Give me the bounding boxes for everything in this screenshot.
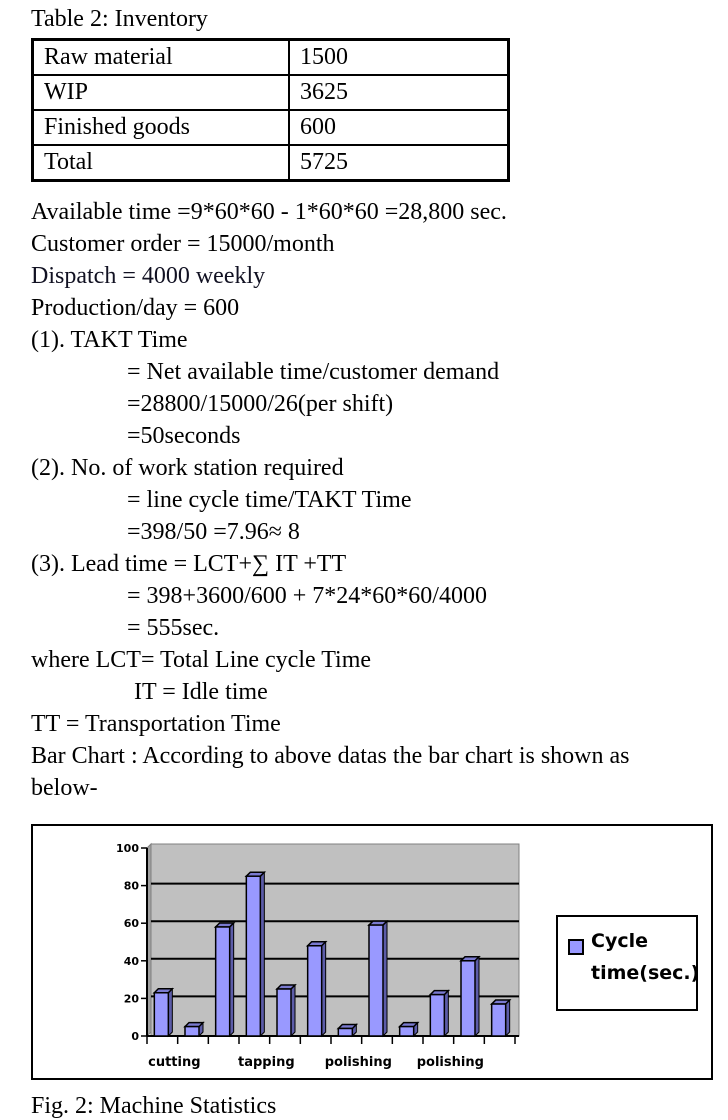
legend-label: Cycle time(sec.) [591, 930, 700, 984]
bar-chart: 0 20 40 60 80 100 cutting tapping polishing polis… [31, 824, 713, 1080]
x-category-label: tapping [238, 1055, 295, 1070]
table-row: Total 5725 [31, 144, 510, 182]
takt-heading: (1). TAKT Time [31, 327, 188, 353]
chart-legend: Cycle time(sec.) [556, 915, 700, 1011]
table-caption: Table 2: Inventory [31, 6, 208, 32]
inventory-table: Raw material 1500 WIP 3625 Finished good… [31, 38, 510, 182]
workstation-result: =398/50 =7.96≈ 8 [127, 519, 300, 545]
table-row: WIP 3625 [31, 74, 510, 111]
table-row: Finished goods 600 [31, 109, 510, 146]
bar [337, 1027, 354, 1037]
lead-time-result: = 555sec. [127, 615, 220, 641]
table-cell-value: 5725 [288, 144, 510, 182]
bar [490, 1003, 507, 1037]
bar-chart-intro: Bar Chart : According to above datas the… [31, 743, 630, 769]
lead-time-heading: (3). Lead time = LCT+∑ IT +TT [31, 551, 347, 577]
it-definition: IT = Idle time [134, 679, 268, 705]
y-tick-label: 0 [131, 1030, 139, 1043]
legend-swatch-icon [568, 939, 584, 955]
table-cell-label: WIP [31, 74, 290, 111]
bar [153, 992, 170, 1037]
workstation-heading: (2). No. of work station required [31, 455, 344, 481]
x-category-label: polishing [325, 1055, 392, 1070]
dispatch-line: Dispatch = 4000 weekly [31, 263, 266, 289]
takt-result: =50seconds [127, 423, 241, 449]
bar [214, 926, 231, 1037]
bar [245, 875, 262, 1037]
table-cell-value: 3625 [288, 74, 510, 111]
table-cell-value: 600 [288, 109, 510, 146]
bar [368, 924, 384, 1037]
y-tick-label: 60 [124, 917, 140, 930]
bar [460, 960, 476, 1037]
x-category-label: cutting [148, 1055, 200, 1070]
y-tick-label: 80 [124, 880, 140, 893]
bar [429, 993, 446, 1037]
y-tick-label: 20 [124, 992, 140, 1005]
table-cell-value: 1500 [288, 38, 510, 76]
workstation-formula: = line cycle time/TAKT Time [127, 487, 412, 513]
available-time-line: Available time =9*60*60 - 1*60*60 =28,80… [31, 199, 507, 225]
table-cell-label: Total [31, 144, 290, 182]
bar [184, 1025, 200, 1037]
y-tick-label: 100 [116, 842, 139, 855]
x-category-label: polishing [417, 1055, 484, 1070]
takt-calc: =28800/15000/26(per shift) [127, 391, 394, 417]
tt-definition: TT = Transportation Time [31, 711, 281, 737]
bar [398, 1025, 415, 1037]
takt-formula: = Net available time/customer demand [127, 359, 500, 385]
lead-time-calc: = 398+3600/600 + 7*24*60*60/4000 [127, 583, 487, 609]
table-cell-label: Finished goods [31, 109, 290, 146]
lct-definition: where LCT= Total Line cycle Time [31, 647, 372, 673]
y-tick-label: 40 [124, 955, 140, 968]
figure-caption: Fig. 2: Machine Statistics [31, 1093, 277, 1119]
table-cell-label: Raw material [31, 38, 290, 76]
bar [306, 945, 323, 1037]
customer-order-line: Customer order = 15000/month [31, 231, 335, 257]
bar-chart-intro-cont: below- [31, 775, 98, 801]
bar [276, 988, 292, 1037]
production-line: Production/day = 600 [31, 295, 240, 321]
table-row: Raw material 1500 [31, 38, 510, 76]
